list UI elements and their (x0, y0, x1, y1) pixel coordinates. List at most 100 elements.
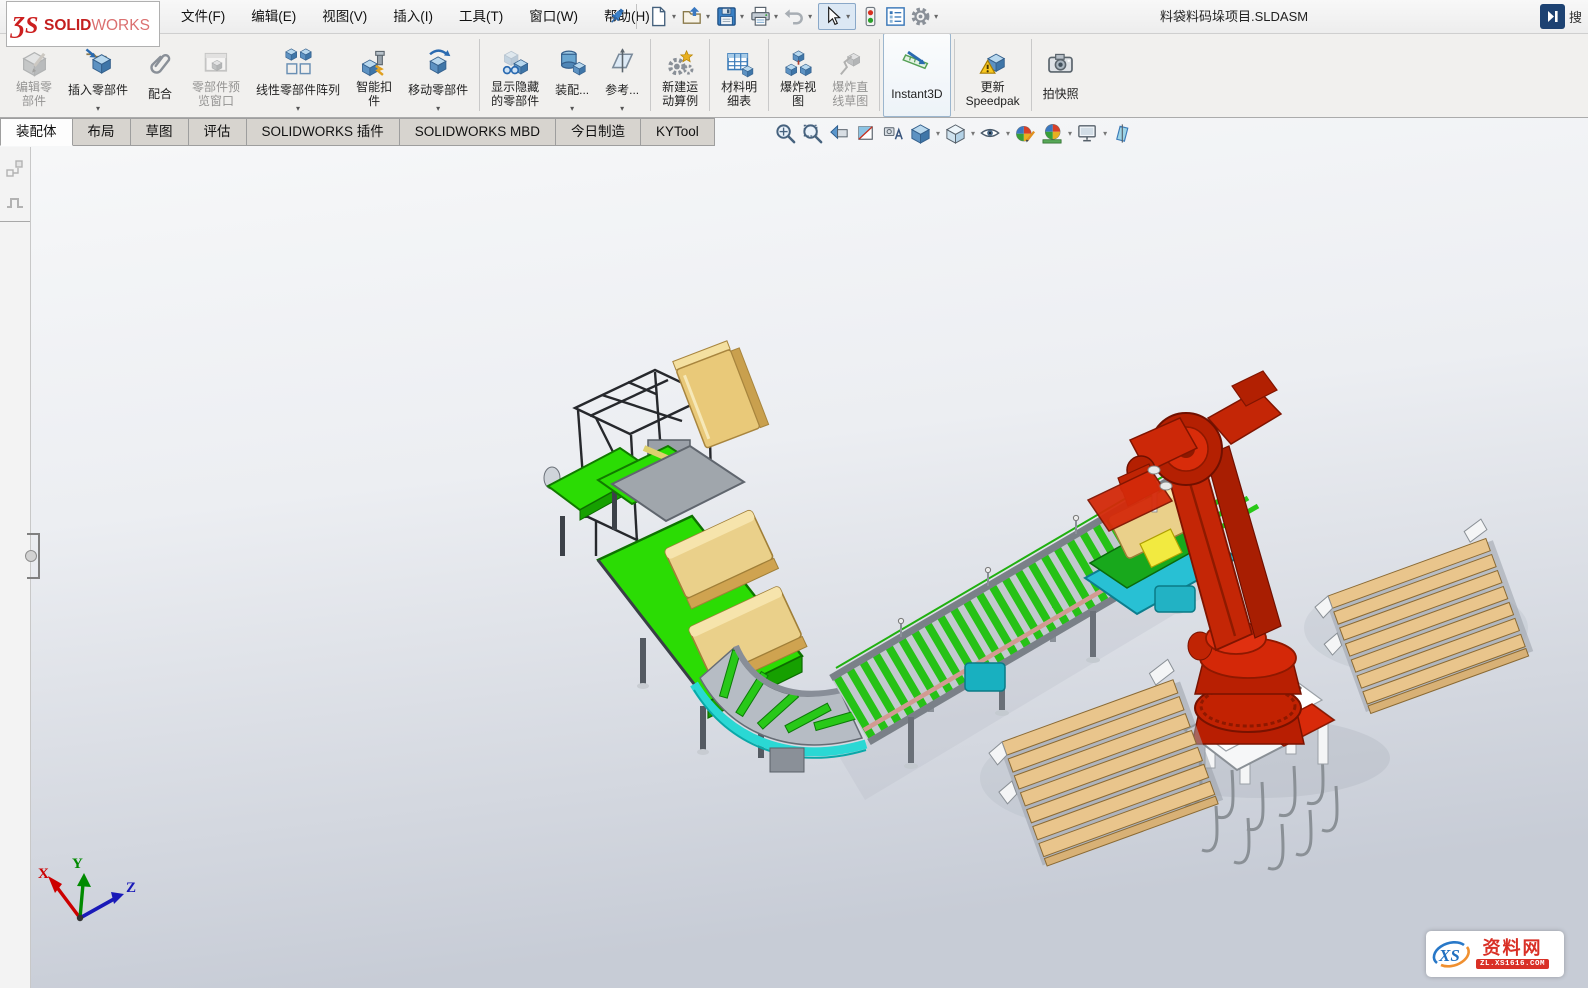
dropdown-arrow[interactable]: ▾ (1103, 129, 1107, 138)
dropdown-arrow[interactable]: ▾ (1068, 129, 1072, 138)
command-manager-tabs: 装配体 布局 草图 评估 SOLIDWORKS 插件 SOLIDWORKS MB… (0, 118, 715, 147)
tab-sketch[interactable]: 草图 (131, 118, 189, 146)
ribbon-button-smart-fasteners[interactable]: 智能扣件 (348, 33, 400, 117)
menu-window[interactable]: 窗口(W) (516, 0, 591, 33)
quick-access-toolbar: ▾ ▾ ▾ ▾ ▾ ▾ ▾ (646, 3, 942, 30)
ribbon-button-new-motion-study[interactable]: 新建运动算例 (654, 33, 706, 117)
rebuild-indicator-icon[interactable] (858, 4, 883, 29)
tab-assembly[interactable]: 装配体 (0, 118, 73, 146)
undo-button (782, 4, 807, 29)
tab-layout[interactable]: 布局 (73, 118, 131, 146)
tab-solidworks-mbd[interactable]: SOLIDWORKS MBD (400, 118, 556, 146)
watermark-site-name: 资料网 (1483, 939, 1543, 958)
previous-view-icon[interactable] (826, 121, 853, 146)
viewport-3d[interactable]: X Y Z (0, 118, 1588, 988)
menu-view[interactable]: 视图(V) (309, 0, 380, 33)
search-icon[interactable] (1540, 4, 1565, 29)
xs-logo: XS (1431, 935, 1473, 973)
svg-text:X: X (38, 866, 49, 882)
new-document-button[interactable] (646, 4, 671, 29)
svg-text:ƷS: ƷS (10, 13, 38, 39)
dropdown-arrow[interactable]: ▾ (1006, 129, 1010, 138)
menu-tools[interactable]: 工具(T) (446, 0, 516, 33)
feature-panel-expand-handle[interactable] (27, 533, 40, 579)
dropdown-arrow[interactable]: ▾ (570, 104, 574, 115)
svg-text:SOLIDWORKS: SOLIDWORKS (44, 17, 150, 34)
save-button[interactable] (714, 4, 739, 29)
assembly-tree-icon[interactable] (5, 159, 25, 179)
task-pane-options-button[interactable] (883, 4, 908, 29)
dropdown-arrow[interactable]: ▾ (936, 129, 940, 138)
take-snapshot-icon (1046, 46, 1075, 80)
menu-file[interactable]: 文件(F) (168, 0, 238, 33)
zoom-to-fit-icon[interactable] (772, 121, 799, 146)
dropdown-arrow[interactable]: ▾ (934, 12, 938, 21)
tab-kytool[interactable]: KYTool (641, 118, 715, 146)
step-profile-icon[interactable] (5, 191, 25, 211)
ribbon-button-exploded-view[interactable]: 爆炸视图 (772, 33, 824, 117)
settings-gear-button[interactable] (908, 4, 933, 29)
print-button[interactable] (748, 4, 773, 29)
dropdown-arrow[interactable]: ▾ (774, 12, 778, 21)
open-document-button[interactable] (680, 4, 705, 29)
document-title: 料袋料码垛项目.SLDASM (1160, 0, 1308, 33)
hide-show-items-icon[interactable] (977, 121, 1004, 146)
dropdown-arrow[interactable]: ▾ (620, 104, 624, 115)
tab-solidworks-addins[interactable]: SOLIDWORKS 插件 (247, 118, 400, 146)
component-preview-window-icon (202, 46, 231, 80)
display-style-icon[interactable] (942, 121, 969, 146)
smart-fasteners-icon (360, 46, 389, 80)
dropdown-arrow[interactable]: ▾ (740, 12, 744, 21)
mate-icon (146, 46, 175, 80)
dropdown-arrow[interactable]: ▾ (971, 129, 975, 138)
watermark-card: XS 资料网 ZL.XS1616.COM (1426, 931, 1564, 977)
dynamic-annotation-views-icon[interactable] (880, 121, 907, 146)
graphics-workspace[interactable]: X Y Z 装配体 布局 草图 评估 SOLIDWORKS 插件 SOLIDWO… (0, 118, 1588, 988)
menu-edit[interactable]: 编辑(E) (238, 0, 309, 33)
tab-today-manufacturing[interactable]: 今日制造 (556, 118, 641, 146)
view-plane-icon[interactable] (1109, 121, 1136, 146)
ribbon-button-instant3d[interactable]: Instant3D (883, 33, 950, 117)
command-manager-ribbon: 编辑零部件 插入零部件 ▾ 配合 零部件预览窗口 线性零部件阵列 ▾ 智能扣件 … (0, 33, 1588, 118)
menu-insert[interactable]: 插入(I) (380, 0, 446, 33)
heads-up-view-toolbar: ▾ ▾ ▾ ▾ ▾ (772, 121, 1136, 146)
section-view-icon[interactable] (853, 121, 880, 146)
view-orientation-icon[interactable] (907, 121, 934, 146)
assembly-features-icon (558, 46, 587, 76)
search-box[interactable]: 搜 (1540, 3, 1588, 30)
tab-evaluate[interactable]: 评估 (189, 118, 247, 146)
svg-text:Z: Z (126, 880, 136, 896)
apply-scene-icon[interactable] (1039, 121, 1066, 146)
dropdown-arrow[interactable]: ▾ (96, 104, 100, 115)
viewport-background[interactable] (0, 118, 1588, 988)
dropdown-arrow[interactable]: ▾ (672, 12, 676, 21)
explode-line-sketch-icon (836, 46, 865, 80)
ribbon-button-reference-geometry[interactable]: 参考... ▾ (597, 33, 647, 117)
ribbon-button-show-hidden-components[interactable]: 显示隐藏的零部件 (483, 33, 547, 117)
splitter-knob[interactable] (25, 550, 37, 562)
insert-component-icon (84, 46, 113, 76)
view-settings-icon[interactable] (1074, 121, 1101, 146)
zoom-to-area-icon[interactable] (799, 121, 826, 146)
ribbon-button-take-snapshot[interactable]: 拍快照 (1035, 33, 1087, 117)
svg-text:Y: Y (72, 856, 83, 872)
move-component-icon (424, 46, 453, 76)
linear-component-pattern-icon (284, 46, 313, 76)
ribbon-button-linear-component-pattern[interactable]: 线性零部件阵列 ▾ (248, 33, 348, 117)
ribbon-button-move-component[interactable]: 移动零部件 ▾ (400, 33, 476, 117)
dropdown-arrow[interactable]: ▾ (296, 104, 300, 115)
new-motion-study-icon (666, 46, 695, 80)
dropdown-arrow[interactable]: ▾ (706, 12, 710, 21)
ribbon-button-update-speedpak[interactable]: 更新Speedpak (958, 33, 1028, 117)
dropdown-arrow[interactable]: ▾ (846, 12, 850, 21)
ribbon-button-explode-line-sketch: 爆炸直线草图 (824, 33, 876, 117)
edit-appearance-icon[interactable] (1012, 121, 1039, 146)
ribbon-button-assembly-features[interactable]: 装配... ▾ (547, 33, 597, 117)
dropdown-arrow: ▾ (808, 12, 812, 21)
select-tool[interactable]: ▾ (818, 3, 856, 30)
pin-menu-icon[interactable] (606, 5, 628, 27)
ribbon-button-bill-of-materials[interactable]: 材料明细表 (713, 33, 765, 117)
instant3d-icon (902, 46, 931, 80)
solidworks-window: 文件(F) 编辑(E) 视图(V) 插入(I) 工具(T) 窗口(W) 帮助(H… (0, 0, 1588, 988)
dropdown-arrow[interactable]: ▾ (436, 104, 440, 115)
